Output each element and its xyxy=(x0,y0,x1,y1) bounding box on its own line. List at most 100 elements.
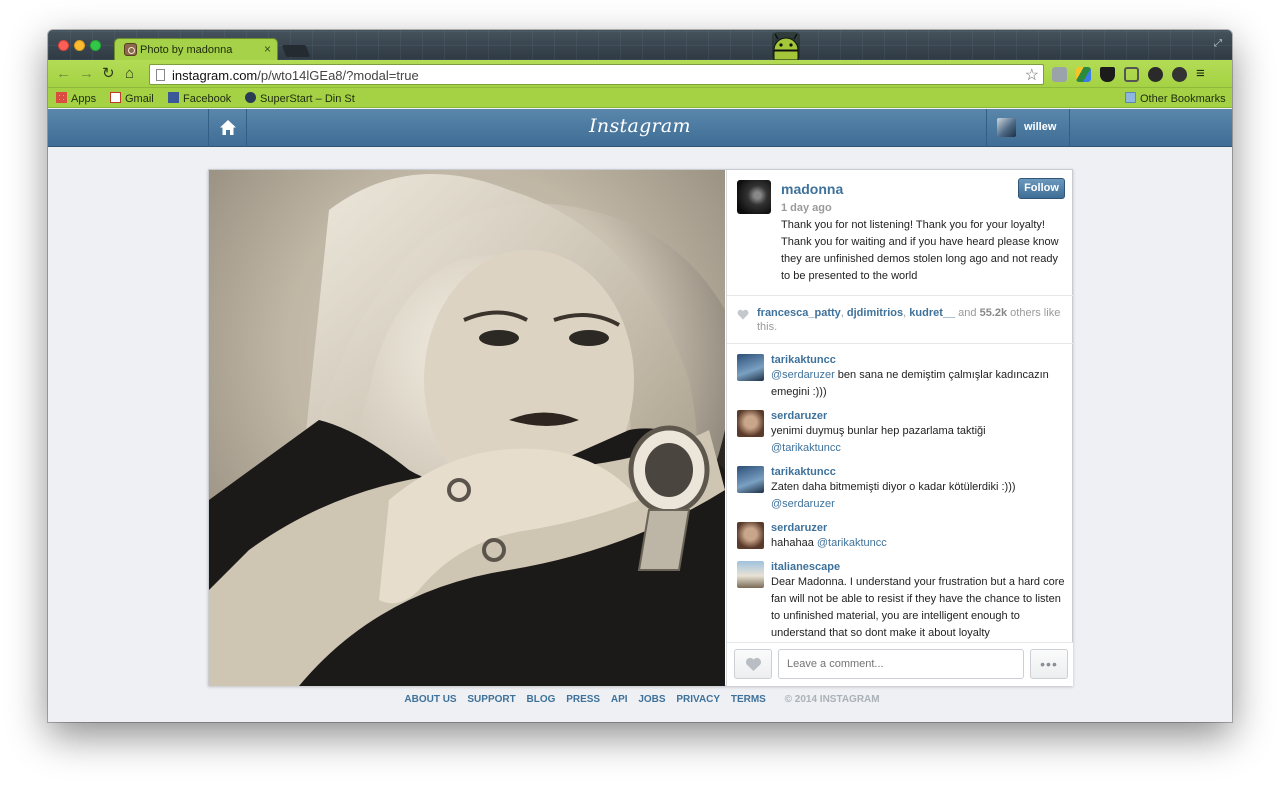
likes-count[interactable]: 55.2k xyxy=(980,307,1008,319)
post-sidebar: madonna Follow 1 day ago Thank you for n… xyxy=(726,170,1073,686)
comment-mention[interactable]: @serdaruzer xyxy=(771,498,835,510)
footer-nav: ABOUT US SUPPORT BLOG PRESS API JOBS PRI… xyxy=(48,694,1232,705)
back-arrow-icon[interactable]: ← xyxy=(56,66,71,82)
shield-extension-icon[interactable] xyxy=(1100,67,1115,82)
comment-form: ••• xyxy=(727,642,1073,686)
tab-title: Photo by madonna xyxy=(140,44,233,56)
comment-username[interactable]: tarikaktuncc xyxy=(771,465,1065,479)
post-timestamp[interactable]: 1 day ago xyxy=(781,202,832,214)
fullscreen-icon[interactable]: ⤢ xyxy=(1214,38,1222,49)
comment-item: tarikaktuncc @serdaruzer ben sana ne dem… xyxy=(727,345,1073,401)
bookmark-gmail[interactable]: Gmail xyxy=(110,92,154,105)
likes-row: francesca_patty, djdimitrios, kudret__ a… xyxy=(727,295,1073,344)
circular-extension-icon[interactable] xyxy=(1172,67,1187,82)
instagram-favicon-icon xyxy=(124,43,137,56)
ig-user-menu[interactable]: willew xyxy=(986,109,1070,147)
footer-link-jobs[interactable]: JOBS xyxy=(638,694,665,705)
footer-link-privacy[interactable]: PRIVACY xyxy=(676,694,720,705)
liker-link[interactable]: kudret__ xyxy=(909,307,955,319)
comment-text: hahahaa @tarikaktuncc xyxy=(771,537,887,549)
footer-link-support[interactable]: SUPPORT xyxy=(467,694,515,705)
cast-extension-icon[interactable] xyxy=(1124,67,1139,82)
comment-text: yenimi duymuş bunlar hep pazarlama takti… xyxy=(771,425,986,454)
comment-mention[interactable]: @serdaruzer xyxy=(771,369,835,381)
footer-link-api[interactable]: API xyxy=(611,694,628,705)
footer-link-about[interactable]: ABOUT US xyxy=(404,694,456,705)
username: willew xyxy=(1024,121,1057,133)
address-url: instagram.com/p/wto14lGEa8/?modal=true xyxy=(172,68,419,83)
maximize-window-icon[interactable] xyxy=(90,40,101,51)
comment-username[interactable]: tarikaktuncc xyxy=(771,353,1065,367)
post-caption: Thank you for not listening! Thank you f… xyxy=(781,219,1059,282)
browser-titlebar: Photo by madonna × ⤢ xyxy=(48,30,1232,61)
apps-grid-icon xyxy=(56,92,67,103)
comment-username[interactable]: italianescape xyxy=(771,560,1065,574)
reload-icon[interactable]: ↻ xyxy=(102,66,115,82)
bookmarks-bar: Apps Gmail Facebook SuperStart – Din Sta… xyxy=(48,88,1232,108)
bookmark-other[interactable]: Other Bookmarks xyxy=(1125,92,1226,105)
heart-icon xyxy=(745,657,762,671)
tab-close-icon[interactable]: × xyxy=(264,42,271,56)
portrait-photo-image xyxy=(209,170,725,686)
follow-button[interactable]: Follow xyxy=(1018,178,1065,199)
comment-item: serdaruzer yenimi duymuş bunlar hep paza… xyxy=(727,401,1073,457)
forward-arrow-icon[interactable]: → xyxy=(79,66,94,82)
bookmark-facebook[interactable]: Facebook xyxy=(168,92,231,105)
heart-icon xyxy=(737,309,749,320)
gmail-icon xyxy=(110,92,121,103)
photo-modal: madonna Follow 1 day ago Thank you for n… xyxy=(208,169,1073,686)
avatar xyxy=(997,118,1016,137)
avatar[interactable] xyxy=(737,561,764,588)
like-button[interactable] xyxy=(734,649,772,679)
comment-username[interactable]: serdaruzer xyxy=(771,409,1065,423)
new-tab-button[interactable] xyxy=(281,45,311,57)
comment-input[interactable] xyxy=(778,649,1024,679)
footer-link-blog[interactable]: BLOG xyxy=(527,694,556,705)
comments-list: tarikaktuncc @serdaruzer ben sana ne dem… xyxy=(727,345,1073,642)
avatar[interactable] xyxy=(737,180,771,214)
comment-mention[interactable]: @tarikaktuncc xyxy=(771,442,841,454)
close-window-icon[interactable] xyxy=(58,40,69,51)
comment-mention[interactable]: @tarikaktuncc xyxy=(817,537,887,549)
comment-item: tarikaktuncc Zaten daha bitmemişti diyor… xyxy=(727,457,1073,513)
liker-link[interactable]: francesca_patty xyxy=(757,307,841,319)
likes-summary: francesca_patty, djdimitrios, kudret__ a… xyxy=(757,307,1061,333)
menu-hamburger-icon[interactable]: ≡ xyxy=(1196,66,1205,82)
liker-link[interactable]: djdimitrios xyxy=(847,307,903,319)
bookmark-star-icon[interactable]: ☆ xyxy=(1025,65,1039,85)
avatar[interactable] xyxy=(737,410,764,437)
footer-link-press[interactable]: PRESS xyxy=(566,694,600,705)
bookmark-superstart[interactable]: SuperStart – Din Star xyxy=(245,92,355,105)
facebook-icon xyxy=(168,92,179,103)
bookmark-apps[interactable]: Apps xyxy=(56,92,96,105)
browser-toolbar: ← → ↻ ⌂ instagram.com/p/wto14lGEa8/?moda… xyxy=(48,60,1232,88)
comment-item: serdaruzer hahahaa @tarikaktuncc xyxy=(727,513,1073,552)
folder-icon xyxy=(1125,92,1136,103)
footer-link-terms[interactable]: TERMS xyxy=(731,694,766,705)
minimize-window-icon[interactable] xyxy=(74,40,85,51)
comment-username[interactable]: serdaruzer xyxy=(771,521,1065,535)
android-theme-icon xyxy=(772,32,800,60)
comment-item: italianescape Dear Madonna. I understand… xyxy=(727,552,1073,642)
address-bar[interactable]: instagram.com/p/wto14lGEa8/?modal=true ☆ xyxy=(149,64,1044,85)
disconnect-extension-icon[interactable] xyxy=(1148,67,1163,82)
avatar[interactable] xyxy=(737,466,764,493)
google-drive-extension-icon[interactable] xyxy=(1076,67,1091,82)
home-icon[interactable]: ⌂ xyxy=(125,66,134,82)
browser-window: Photo by madonna × ⤢ ← → ↻ ⌂ instagram.c… xyxy=(48,30,1232,722)
comment-text: Zaten daha bitmemişti diyor o kadar kötü… xyxy=(771,481,1016,510)
page-icon xyxy=(156,69,165,81)
avatar[interactable] xyxy=(737,354,764,381)
post-author[interactable]: madonna xyxy=(781,181,843,197)
ellipsis-icon: ••• xyxy=(1040,656,1058,672)
copyright: © 2014 INSTAGRAM xyxy=(784,694,880,705)
comment-text: @serdaruzer ben sana ne demiştim çalmışl… xyxy=(771,369,1049,398)
browser-tab-active[interactable]: Photo by madonna × xyxy=(114,38,278,61)
more-options-button[interactable]: ••• xyxy=(1030,649,1068,679)
post-photo[interactable] xyxy=(209,170,725,686)
instagram-header: Instagram willew xyxy=(48,109,1232,147)
avatar[interactable] xyxy=(737,522,764,549)
comment-text: Dear Madonna. I understand your frustrat… xyxy=(771,576,1065,639)
superstart-icon xyxy=(245,92,256,103)
gmail-extension-icon[interactable] xyxy=(1052,67,1067,82)
